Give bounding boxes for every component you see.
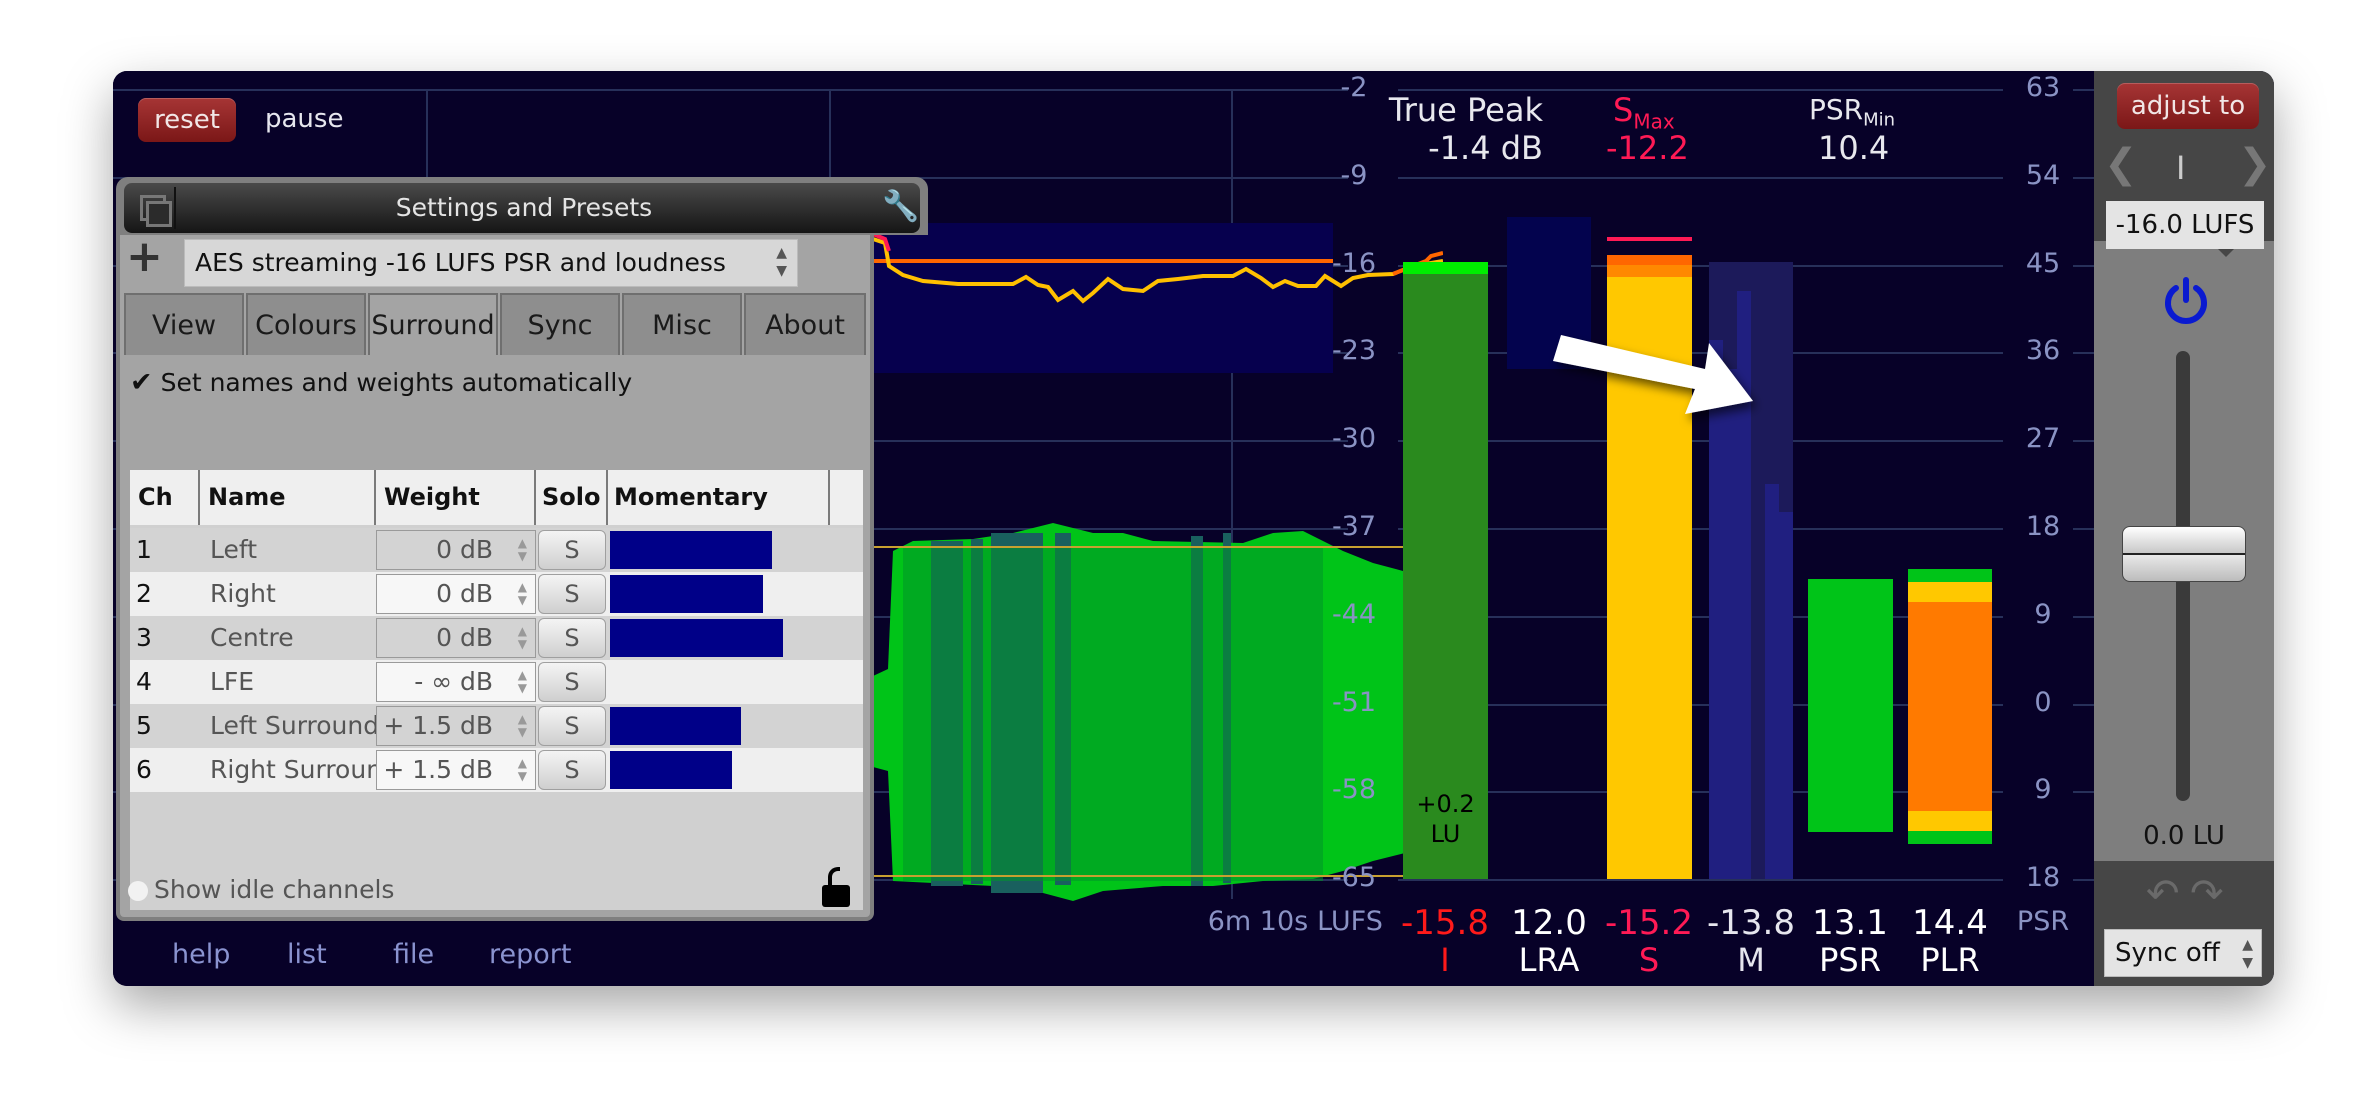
channel-momentary-loudness-bar xyxy=(610,575,763,613)
channel-number: 6 xyxy=(136,755,152,784)
settings-title: Settings and Presets xyxy=(395,193,653,222)
tab-misc[interactable]: Misc xyxy=(622,293,742,355)
channel-momentary-loudness-bar xyxy=(610,751,732,789)
channel-name[interactable]: Left xyxy=(210,528,257,572)
tab-surround[interactable]: Surround xyxy=(368,293,498,355)
channel-name[interactable]: Centre xyxy=(210,616,294,660)
tab-colours[interactable]: Colours xyxy=(246,293,366,355)
channel-weight-stepper[interactable]: + 1.5 dB ▲ ▼ xyxy=(376,706,536,746)
tab-about[interactable]: About xyxy=(744,293,866,355)
show-idle-label: Show idle channels xyxy=(154,875,395,904)
settings-body: + AES streaming -16 LUFS PSR and loudnes… xyxy=(116,235,874,921)
select-arrows-icon: ▲ ▼ xyxy=(2242,937,2253,971)
target-loudness-field[interactable]: -16.0 LUFS xyxy=(2106,201,2264,249)
tab-view[interactable]: View xyxy=(124,293,244,355)
next-chevron-icon[interactable]: ❯ xyxy=(2238,141,2272,187)
channel-name[interactable]: Right xyxy=(210,572,276,616)
stepper-arrows-icon[interactable]: ▲ ▼ xyxy=(518,669,527,695)
channel-row: 4 LFE - ∞ dB ▲ ▼ S xyxy=(130,660,863,704)
auto-names-label: Set names and weights automatically xyxy=(160,368,633,397)
channel-name[interactable]: Right Surround xyxy=(210,748,398,792)
column-solo: Solo xyxy=(536,470,608,525)
preset-select[interactable]: AES streaming -16 LUFS PSR and loudness … xyxy=(184,239,798,287)
settings-tabs: View Colours Surround Sync Misc About xyxy=(124,293,866,355)
channel-weight-stepper[interactable]: + 1.5 dB ▲ ▼ xyxy=(376,750,536,790)
select-arrows-icon: ▲ ▼ xyxy=(776,245,787,279)
channel-number: 2 xyxy=(136,579,152,608)
channels-table: Ch Name Weight Solo Momentary loud. 1 Lef… xyxy=(130,470,863,910)
channel-momentary-loudness-bar xyxy=(610,531,772,569)
table-header: Ch Name Weight Solo Momentary loud. xyxy=(130,470,863,566)
settings-title-inner: Settings and Presets 🔧 xyxy=(124,183,920,233)
right-control-panel: adjust to ❮ I ❯ -16.0 LUFS 0.0 LU ↶ ↷ Sy… xyxy=(2094,71,2274,986)
adjust-to-button[interactable]: adjust to xyxy=(2117,83,2259,129)
redo-icon[interactable]: ↷ xyxy=(2190,871,2224,917)
detach-window-icon[interactable] xyxy=(132,187,176,229)
channel-row: 3 Centre 0 dB ▲ ▼ S xyxy=(130,616,863,660)
checkmark-icon: ✔ xyxy=(130,367,153,398)
channel-solo-button[interactable]: S xyxy=(538,750,606,790)
channel-weight-stepper[interactable]: 0 dB ▲ ▼ xyxy=(376,530,536,570)
undo-icon[interactable]: ↶ xyxy=(2146,871,2180,917)
channel-solo-button[interactable]: S xyxy=(538,618,606,658)
column-weight: Weight xyxy=(376,470,536,525)
channel-row: 2 Right 0 dB ▲ ▼ S xyxy=(130,572,863,616)
gain-slider-thumb[interactable] xyxy=(2122,525,2246,582)
channel-number: 3 xyxy=(136,623,152,652)
preset-value: AES streaming -16 LUFS PSR and loudness xyxy=(195,248,726,277)
channel-momentary-loudness-bar xyxy=(610,707,741,745)
sync-value: Sync off xyxy=(2115,938,2220,968)
stepper-arrows-icon[interactable]: ▲ ▼ xyxy=(518,757,527,783)
channel-solo-button[interactable]: S xyxy=(538,662,606,702)
channel-solo-button[interactable]: S xyxy=(538,574,606,614)
stepper-arrows-icon[interactable]: ▲ ▼ xyxy=(518,625,527,651)
tab-sync[interactable]: Sync xyxy=(500,293,620,355)
radio-icon xyxy=(128,881,148,901)
channel-row: 6 Right Surround + 1.5 dB ▲ ▼ S xyxy=(130,748,863,792)
channel-weight-stepper[interactable]: - ∞ dB ▲ ▼ xyxy=(376,662,536,702)
column-name: Name xyxy=(200,470,376,525)
channel-row: 5 Left Surround + 1.5 dB ▲ ▼ S xyxy=(130,704,863,748)
settings-panel: Settings and Presets 🔧 + AES streaming -… xyxy=(116,177,928,921)
auto-names-checkbox[interactable]: ✔ Set names and weights automatically xyxy=(130,367,632,398)
column-momentary-loudness: Momentary loud. xyxy=(608,470,830,566)
channel-row: 1 Left 0 dB ▲ ▼ S xyxy=(130,528,863,572)
settings-title-bar: Settings and Presets 🔧 xyxy=(116,177,928,235)
channel-name[interactable]: Left Surround xyxy=(210,704,379,748)
channel-solo-button[interactable]: S xyxy=(538,706,606,746)
gain-value: 0.0 LU xyxy=(2143,821,2225,851)
arrow-right-icon xyxy=(1553,335,1753,414)
sync-select[interactable]: Sync off ▲ ▼ xyxy=(2104,929,2262,977)
stepper-arrows-icon[interactable]: ▲ ▼ xyxy=(518,537,527,563)
mode-indicator: I xyxy=(2176,149,2186,187)
channel-number: 1 xyxy=(136,535,152,564)
column-ch: Ch xyxy=(130,470,200,525)
channel-solo-button[interactable]: S xyxy=(538,530,606,570)
previous-chevron-icon[interactable]: ❮ xyxy=(2104,141,2138,187)
channel-number: 4 xyxy=(136,667,152,696)
power-icon[interactable] xyxy=(2162,276,2210,328)
channel-weight-stepper[interactable]: 0 dB ▲ ▼ xyxy=(376,618,536,658)
show-idle-checkbox[interactable]: Show idle channels xyxy=(128,875,394,904)
channel-number: 5 xyxy=(136,711,152,740)
loudness-meter-window: reset pause 6m 10s -2 -9 -16 -23 -30 -37… xyxy=(113,71,2274,986)
wrench-icon[interactable]: 🔧 xyxy=(882,189,919,224)
channel-weight-stepper[interactable]: 0 dB ▲ ▼ xyxy=(376,574,536,614)
channel-momentary-loudness-bar xyxy=(610,619,783,657)
add-preset-button[interactable]: + xyxy=(126,235,163,279)
channel-name[interactable]: LFE xyxy=(210,660,254,704)
stepper-arrows-icon[interactable]: ▲ ▼ xyxy=(518,581,527,607)
stepper-arrows-icon[interactable]: ▲ ▼ xyxy=(518,713,527,739)
unlocked-icon[interactable] xyxy=(818,867,854,909)
meter-display: reset pause 6m 10s -2 -9 -16 -23 -30 -37… xyxy=(113,71,2094,986)
